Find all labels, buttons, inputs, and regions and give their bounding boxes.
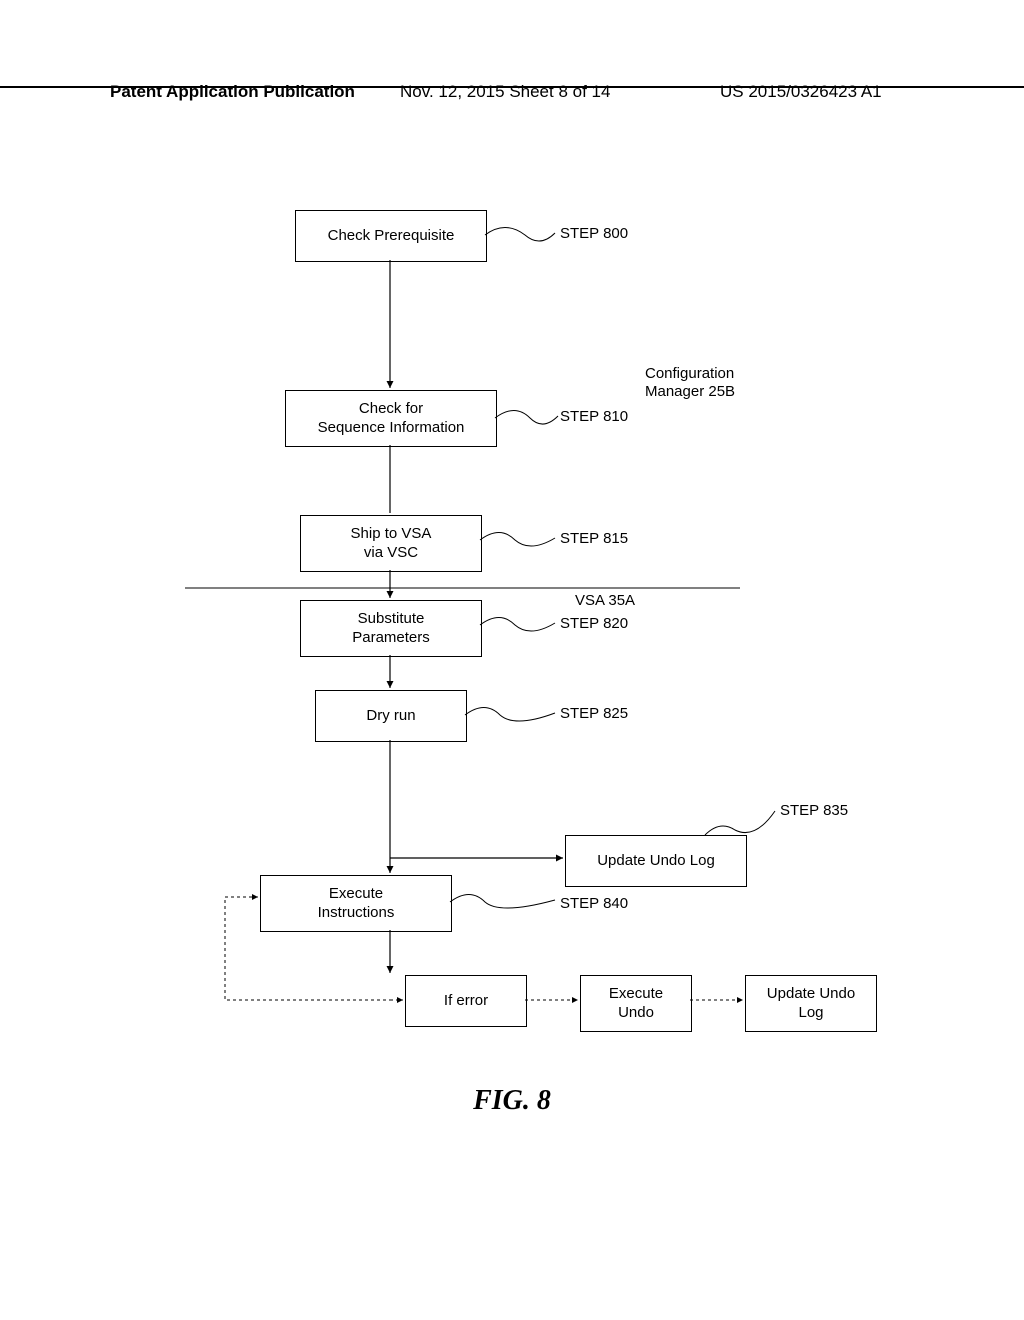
figure-caption: FIG. 8	[0, 1085, 1024, 1117]
flowchart-diagram: Check Prerequisite Check for Sequence In…	[130, 190, 910, 1070]
header-patent-number: US 2015/0326423 A1	[720, 82, 882, 102]
page-header: Patent Application Publication Nov. 12, …	[0, 82, 1024, 88]
header-date-sheet: Nov. 12, 2015 Sheet 8 of 14	[400, 82, 610, 102]
connector-overlay	[130, 190, 910, 1070]
header-publication: Patent Application Publication	[110, 82, 355, 102]
